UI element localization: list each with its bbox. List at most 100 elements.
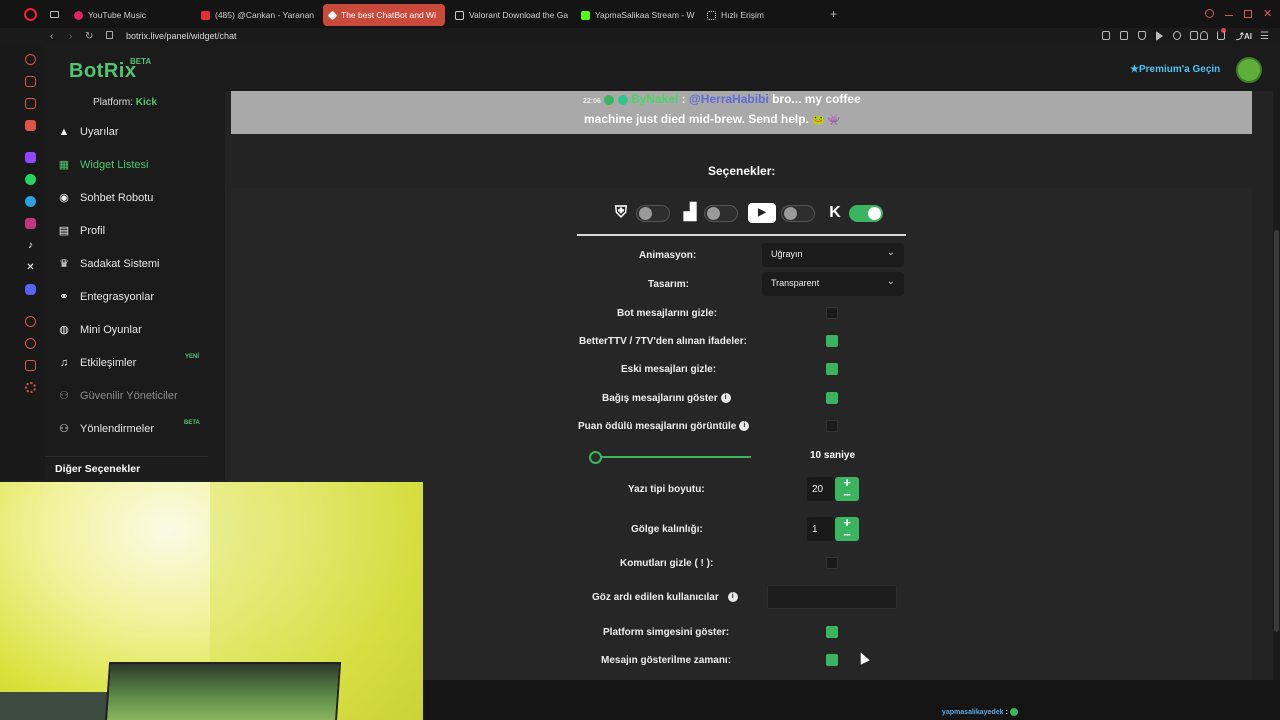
design-select[interactable]: Transparent ⌄ <box>762 272 904 296</box>
webcam-overlay <box>0 482 423 720</box>
url-field[interactable]: botrix.live/panel/widget/chat <box>126 31 237 41</box>
close-icon[interactable]: ✕ <box>1263 7 1272 20</box>
sidebar-item-alerts[interactable]: ▲ Uyarılar <box>57 122 119 142</box>
tab-valorant[interactable]: Valorant Download the Ga <box>449 4 571 26</box>
options-title: Seçenekler: <box>708 164 776 178</box>
info-icon[interactable]: i <box>720 393 731 404</box>
tab-switcher-icon[interactable] <box>50 11 59 18</box>
aria-ai-button[interactable]: ⤴AI <box>1236 31 1252 42</box>
back-icon[interactable]: ‹ <box>50 31 53 42</box>
new-tab-button[interactable]: + <box>830 7 837 21</box>
capture-icon[interactable] <box>1120 31 1128 40</box>
settings-rail-icon[interactable] <box>25 382 36 393</box>
browser-tabbar: YouTube Music (485) @Cankan - Yaranan Th… <box>0 0 1280 28</box>
hide-old-label: Eski mesajları gizle: <box>621 364 717 375</box>
ignored-users-input[interactable] <box>767 585 897 609</box>
sub-badge-icon <box>617 94 628 105</box>
chevron-down-icon: ⌄ <box>886 247 895 258</box>
tab-speed-dial[interactable]: Hızlı Erişim <box>701 4 823 26</box>
play-icon[interactable] <box>1156 31 1163 41</box>
duration-slider-handle[interactable] <box>588 451 602 464</box>
minus-icon[interactable]: − <box>843 527 851 542</box>
maximize-icon[interactable] <box>1244 10 1252 18</box>
account-icon[interactable] <box>1200 31 1208 40</box>
font-size-stepper[interactable]: + − <box>835 476 859 502</box>
kick-badge-icon <box>604 94 615 105</box>
browser-logo-icon[interactable] <box>24 8 37 21</box>
shield-icon[interactable] <box>1138 31 1146 40</box>
info-icon[interactable]: i <box>727 592 738 603</box>
animation-select[interactable]: Uğrayın ⌄ <box>762 243 904 267</box>
font-size-input[interactable]: 20 <box>807 477 835 501</box>
sidebar-item-chatbot[interactable]: ◉ Sohbet Robotu <box>57 188 153 208</box>
player-rail-icon[interactable] <box>25 316 36 327</box>
app-header <box>45 46 1280 91</box>
shadow-input[interactable]: 1 <box>807 517 835 541</box>
news-rail-icon[interactable] <box>25 120 36 131</box>
tab-youtube-music[interactable]: YouTube Music <box>68 4 193 26</box>
botrix-logo[interactable]: BotRix <box>69 60 136 83</box>
tiktok-rail-icon[interactable]: ♪ <box>25 240 36 251</box>
pin-rail-icon[interactable] <box>25 76 36 87</box>
avatar[interactable] <box>1236 57 1262 83</box>
browser-sidebar: ♪ ✕ <box>0 46 45 480</box>
platform-indicator[interactable]: Platform: Kick <box>93 97 157 108</box>
youtube-toggle[interactable] <box>781 205 815 222</box>
shadow-stepper[interactable]: + − <box>835 516 859 542</box>
kick-toggle[interactable] <box>849 205 883 222</box>
minimize-icon[interactable] <box>1225 15 1233 16</box>
chat-text: bro... my coffee <box>772 92 861 106</box>
bttv-checkbox[interactable] <box>826 335 838 347</box>
hide-bot-checkbox[interactable] <box>826 307 838 319</box>
points-label: Puan ödülü mesajlarını görüntüle i <box>578 421 750 432</box>
robot-icon: ◉ <box>59 192 69 204</box>
webcam-laptop-left <box>0 692 110 720</box>
bookmark-icon[interactable] <box>1102 31 1110 40</box>
hide-old-checkbox[interactable] <box>826 363 838 375</box>
history-rail-icon[interactable] <box>25 54 36 65</box>
download-icon[interactable] <box>1217 31 1225 40</box>
minus-icon[interactable]: − <box>843 487 851 502</box>
msg-time-checkbox[interactable] <box>826 654 838 666</box>
sidebar-item-loyalty[interactable]: ♛ Sadakat Sistemi <box>57 254 159 274</box>
tab-botrix[interactable]: The best ChatBot and Wi <box>323 4 445 26</box>
search-tabs-icon[interactable] <box>1205 9 1214 18</box>
duration-slider[interactable] <box>590 456 751 458</box>
tab-kick-stream[interactable]: YapmaSalikaa Stream - W <box>575 4 697 26</box>
forward-icon[interactable]: › <box>69 31 72 42</box>
wallet-icon[interactable] <box>1190 31 1198 40</box>
premium-button[interactable]: ★Premium'a Geçin <box>1130 64 1220 75</box>
points-checkbox[interactable] <box>826 420 838 432</box>
donations-checkbox[interactable] <box>826 392 838 404</box>
sidebar-item-mini-games[interactable]: ◍ Mini Oyunlar <box>57 320 142 340</box>
twitch-icon: ▟ <box>683 204 697 221</box>
twitch-toggle[interactable] <box>704 205 738 222</box>
menu-icon[interactable]: ☰ <box>1260 31 1269 42</box>
twitch-rail-icon[interactable] <box>25 152 36 163</box>
bookmarks-rail-icon[interactable] <box>25 98 36 109</box>
chat-message-line: 22:06 ByNakel : @HerraHabibi bro... my c… <box>583 92 861 106</box>
sidebar-item-integrations[interactable]: ⚭ Entegrasyonlar <box>57 287 154 307</box>
sidebar-item-redirects[interactable]: ⚇ Yönlendirmeler <box>57 419 154 439</box>
sidebar-item-interactions[interactable]: ♫ Etkileşimler <box>57 353 136 373</box>
tab-youtube[interactable]: (485) @Cankan - Yaranan <box>195 4 317 26</box>
platform-icon-checkbox[interactable] <box>826 626 838 638</box>
sidebar-item-profile[interactable]: ▤ Profil <box>57 221 105 241</box>
info-icon[interactable]: i <box>739 421 750 432</box>
telegram-rail-icon[interactable] <box>25 196 36 207</box>
discord-rail-icon[interactable] <box>25 284 36 295</box>
sidebar-item-widget-list[interactable]: ▦ Widget Listesi <box>57 155 149 175</box>
clock-rail-icon[interactable] <box>25 338 36 349</box>
scrollbar-thumb[interactable] <box>1274 230 1279 632</box>
kick-alt-toggle[interactable] <box>636 205 670 222</box>
instagram-rail-icon[interactable] <box>25 218 36 229</box>
hide-commands-checkbox[interactable] <box>826 557 838 569</box>
sidebar-item-trusted-mods[interactable]: ⚇ Güvenilir Yöneticiler <box>57 386 178 406</box>
extensions-rail-icon[interactable] <box>25 360 36 371</box>
x-rail-icon[interactable]: ✕ <box>25 262 36 273</box>
whatsapp-rail-icon[interactable] <box>25 174 36 185</box>
tab-label: Hızlı Erişim <box>721 10 764 20</box>
reload-icon[interactable]: ↻ <box>85 31 93 42</box>
heart-icon[interactable] <box>1173 31 1181 40</box>
other-options-section[interactable]: Diğer Seçenekler <box>45 456 208 480</box>
